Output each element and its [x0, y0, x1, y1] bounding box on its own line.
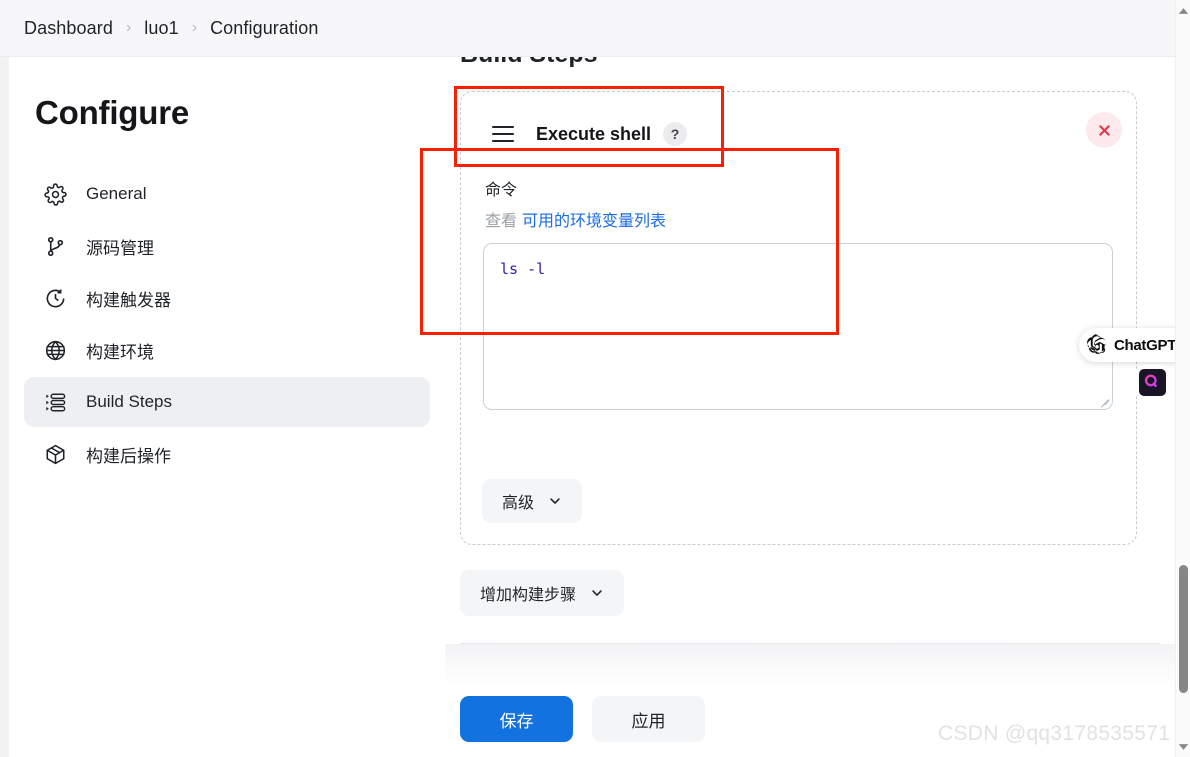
- sidebar-item-label: Build Steps: [86, 392, 172, 411]
- sidebar-item-build-steps[interactable]: Build Steps: [24, 377, 430, 427]
- source-branch-icon: [42, 233, 68, 259]
- build-step-header: Execute shell ?: [461, 116, 1136, 152]
- package-icon: [42, 441, 68, 467]
- list-icon: [42, 389, 68, 415]
- sidebar-item-build-environment[interactable]: 构建环境: [24, 325, 430, 375]
- breadcrumb-item-configuration[interactable]: Configuration: [210, 18, 318, 39]
- breadcrumb-separator-icon: ›: [191, 19, 198, 36]
- breadcrumb-item-dashboard[interactable]: Dashboard: [24, 18, 113, 39]
- sidebar-nav: General 源码管理 构建触发器 构建环境 Build Steps 构建后操…: [24, 169, 430, 481]
- breadcrumb-item-luo1[interactable]: luo1: [144, 18, 178, 39]
- add-build-step-button[interactable]: 增加构建步骤: [460, 570, 625, 616]
- ai-assistant-icon: [1143, 371, 1162, 395]
- close-x-icon: [1097, 123, 1112, 138]
- gear-icon: [42, 181, 68, 207]
- command-input[interactable]: [483, 243, 1113, 410]
- sidebar-item-source-control[interactable]: 源码管理: [24, 221, 430, 271]
- breadcrumb: Dashboard › luo1 › Configuration: [0, 0, 1175, 57]
- add-build-step-label: 增加构建步骤: [480, 587, 577, 604]
- chatgpt-widget[interactable]: ChatGPT: [1079, 328, 1183, 362]
- globe-icon: [42, 337, 68, 363]
- advanced-dropdown-button[interactable]: 高级: [482, 479, 583, 523]
- build-step-title: Execute shell: [536, 123, 652, 144]
- clock-icon: [42, 285, 68, 311]
- sidebar: Configure General 源码管理 构建触发器 构建环境 Build …: [9, 57, 445, 757]
- sidebar-item-label: 构建后操作: [86, 446, 171, 466]
- advanced-label: 高级: [502, 495, 535, 512]
- page-scrollbar[interactable]: [1175, 0, 1190, 757]
- ai-assistant-chip[interactable]: [1139, 369, 1166, 396]
- breadcrumb-separator-icon: ›: [125, 19, 132, 36]
- sidebar-item-label: 构建触发器: [86, 290, 171, 310]
- sidebar-item-general[interactable]: General: [24, 169, 430, 219]
- chatgpt-knot-icon: [1083, 331, 1111, 359]
- drag-handle-icon[interactable]: [492, 126, 514, 142]
- chatgpt-label: ChatGPT: [1114, 336, 1177, 354]
- chevron-down-icon: [590, 586, 604, 600]
- build-step-panel: Execute shell ? 命令 查看 可用的环境变量列表 ls -l 高级: [460, 91, 1137, 545]
- page-gutter: [0, 0, 9, 757]
- sidebar-item-label: General: [86, 184, 147, 203]
- sidebar-item-post-build-actions[interactable]: 构建后操作: [24, 429, 430, 479]
- csdn-watermark: CSDN @qq3178535571: [938, 722, 1171, 745]
- main-content: Build Steps Execute shell ? 命令 查看可用的环境变量…: [445, 0, 1175, 757]
- env-vars-link[interactable]: 可用的环境变量列表: [522, 213, 666, 230]
- sidebar-item-build-triggers[interactable]: 构建触发器: [24, 273, 430, 323]
- sidebar-item-label: 源码管理: [86, 238, 154, 258]
- scroll-down-arrow-icon[interactable]: [1176, 738, 1190, 755]
- save-button[interactable]: 保存: [460, 696, 573, 742]
- page-title: Configure: [35, 94, 190, 131]
- form-action-bar: 保存 应用: [460, 696, 705, 742]
- apply-button[interactable]: 应用: [592, 696, 705, 742]
- app-root: Dashboard › luo1 › Configuration Configu…: [0, 0, 1190, 757]
- scroll-up-arrow-icon[interactable]: [1176, 2, 1190, 19]
- footer-fade: [445, 644, 1175, 688]
- sidebar-item-label: 构建环境: [86, 342, 154, 362]
- help-question-icon[interactable]: ?: [663, 122, 688, 146]
- env-vars-hint: 查看 可用的环境变量列表: [485, 207, 666, 231]
- remove-step-button[interactable]: [1086, 112, 1122, 148]
- env-vars-hint-prefix: 查看: [485, 213, 518, 230]
- chevron-down-icon: [548, 494, 562, 508]
- scrollbar-thumb[interactable]: [1179, 565, 1188, 693]
- command-field-label: 命令: [485, 182, 518, 199]
